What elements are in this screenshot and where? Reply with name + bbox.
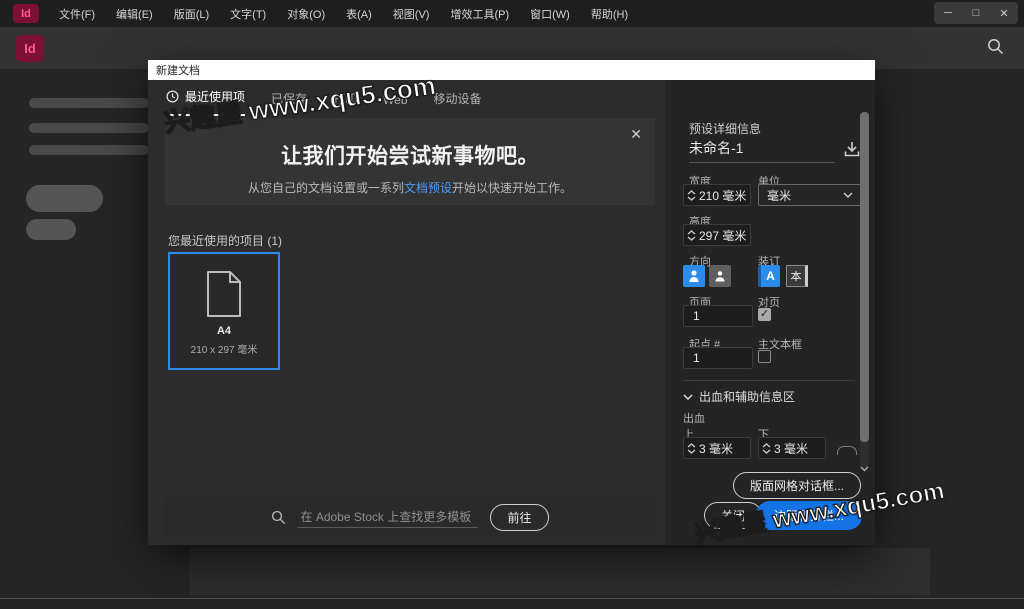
unit-dropdown[interactable]: 毫米: [758, 184, 862, 206]
clock-icon: [166, 90, 179, 103]
binding-right-to-left-icon[interactable]: 本: [786, 265, 808, 287]
skeleton-bar: [29, 123, 149, 133]
bleed-top-value: 3 毫米: [699, 440, 733, 457]
chevron-down-icon: [843, 192, 853, 198]
tab-recent-label: 最近使用项: [185, 88, 245, 105]
tab-web[interactable]: Web: [383, 93, 407, 116]
scroll-down-icon[interactable]: [860, 466, 869, 472]
margins-columns-button[interactable]: 边距和分栏...: [756, 501, 862, 530]
status-bar: [0, 598, 1024, 609]
go-button[interactable]: 前往: [490, 504, 548, 531]
primary-text-frame-checkbox[interactable]: [758, 350, 771, 363]
tab-print-label: 打印: [333, 90, 357, 107]
stepper-arrows-icon[interactable]: [684, 185, 699, 205]
menu-item-help[interactable]: 帮助(H): [591, 6, 628, 22]
maximize-icon[interactable]: □: [970, 7, 982, 19]
menu-item-view[interactable]: 视图(V): [393, 6, 430, 22]
menu-item-layout[interactable]: 版面(L): [174, 6, 209, 22]
tab-mobile[interactable]: 移动设备: [434, 90, 482, 116]
close-button[interactable]: 关闭: [704, 502, 762, 529]
preset-tabs: 最近使用项 已保存 打印 Web 移动设备: [166, 88, 482, 116]
search-icon[interactable]: [987, 38, 1004, 55]
dialog-title: 新建文档: [156, 62, 200, 78]
bleed-bottom-value: 3 毫米: [774, 440, 808, 457]
document-icon: [205, 270, 243, 318]
recent-items-heading: 您最近使用的项目 (1): [168, 232, 282, 249]
document-presets-link[interactable]: 文档预设: [404, 181, 452, 195]
binding-left-to-right-icon[interactable]: A: [758, 265, 780, 287]
banner-subtext: 从您自己的文档设置或一系列文档预设开始以快速开始工作。: [165, 179, 655, 196]
facing-pages-checkbox[interactable]: ✓: [758, 308, 771, 321]
skeleton-bar: [29, 145, 149, 155]
adobe-stock-footer: 前往: [165, 497, 655, 538]
menu-item-window[interactable]: 窗口(W): [530, 6, 570, 22]
binding-ltr-glyph: A: [766, 269, 775, 283]
tab-web-label: Web: [383, 93, 407, 107]
binding-rtl-glyph: 本: [791, 268, 802, 284]
menu-item-object[interactable]: 对象(O): [287, 6, 325, 22]
recent-preset-card-a4[interactable]: A4 210 x 297 毫米: [168, 252, 280, 370]
stepper-arrows-icon[interactable]: [759, 438, 774, 458]
pages-input[interactable]: [683, 305, 753, 327]
skeleton-bar: [29, 98, 149, 108]
banner-headline: 让我们开始尝试新事物吧。: [165, 140, 655, 170]
panel-scrollbar[interactable]: [860, 112, 869, 470]
panel-heading: 预设详细信息: [689, 120, 761, 137]
menu-items: 文件(F) 编辑(E) 版面(L) 文字(T) 对象(O) 表(A) 视图(V)…: [59, 6, 628, 22]
tab-saved-label: 已保存: [271, 90, 307, 107]
width-value: 210 毫米: [699, 187, 746, 204]
chevron-down-icon: [683, 394, 693, 400]
tab-saved[interactable]: 已保存: [271, 90, 307, 116]
menu-bar: Id 文件(F) 编辑(E) 版面(L) 文字(T) 对象(O) 表(A) 视图…: [0, 0, 1024, 27]
new-document-dialog: 新建文档 最近使用项 已保存 打印 Web 移动设备 ✕ 让我们开始尝试新事物吧…: [148, 60, 875, 545]
download-preset-icon[interactable]: [843, 140, 861, 158]
banner-subtext-after: 开始以快速开始工作。: [452, 181, 572, 195]
minimize-icon[interactable]: ─: [942, 7, 954, 19]
dialog-title-bar: 新建文档: [148, 60, 875, 80]
window-controls: ─ □ ✕: [934, 2, 1018, 24]
tab-print[interactable]: 打印: [333, 90, 357, 116]
stepper-arrows-icon[interactable]: [684, 438, 699, 458]
menu-item-file[interactable]: 文件(F): [59, 6, 95, 22]
close-icon[interactable]: ✕: [998, 7, 1010, 20]
tab-recent[interactable]: 最近使用项: [166, 88, 245, 116]
card-preset-size: 210 x 297 毫米: [191, 341, 258, 356]
search-icon: [271, 510, 286, 525]
width-stepper[interactable]: 210 毫米: [683, 184, 751, 206]
menu-item-plugins[interactable]: 增效工具(P): [450, 6, 509, 22]
scrollbar-thumb[interactable]: [860, 112, 869, 442]
indesign-logo-icon: Id: [13, 4, 39, 23]
banner-subtext-before: 从您自己的文档设置或一系列: [248, 181, 404, 195]
bleed-label: 出血: [683, 410, 705, 426]
background-content-panel: [190, 548, 930, 595]
skeleton-pill: [26, 185, 103, 212]
welcome-banner: ✕ 让我们开始尝试新事物吧。 从您自己的文档设置或一系列文档预设开始以快速开始工…: [165, 118, 655, 205]
card-preset-name: A4: [217, 325, 231, 337]
height-stepper[interactable]: 297 毫米: [683, 224, 751, 246]
menu-item-type[interactable]: 文字(T): [230, 6, 266, 22]
stepper-arrows-icon[interactable]: [684, 225, 699, 245]
start-number-input[interactable]: [683, 347, 753, 369]
dialog-left-pane: 最近使用项 已保存 打印 Web 移动设备 ✕ 让我们开始尝试新事物吧。 从您自…: [148, 80, 665, 545]
link-bleed-values-icon[interactable]: [837, 446, 857, 455]
bleed-top-stepper[interactable]: 3 毫米: [683, 437, 751, 459]
layout-grid-dialog-button[interactable]: 版面网格对话框...: [733, 472, 861, 499]
height-value: 297 毫米: [699, 227, 746, 244]
unit-value: 毫米: [767, 187, 791, 204]
orientation-portrait-icon[interactable]: [683, 265, 705, 287]
stock-search-input[interactable]: [298, 508, 478, 528]
menu-item-table[interactable]: 表(A): [346, 6, 372, 22]
bleed-bottom-stepper[interactable]: 3 毫米: [758, 437, 826, 459]
bleed-section-label: 出血和辅助信息区: [699, 388, 795, 405]
document-name-field[interactable]: [689, 140, 835, 163]
bleed-slug-section-header[interactable]: 出血和辅助信息区: [683, 388, 795, 405]
divider: [683, 380, 855, 381]
banner-close-icon[interactable]: ✕: [630, 126, 642, 143]
indesign-logo-icon: Id: [16, 35, 44, 62]
skeleton-pill: [26, 219, 76, 240]
tab-mobile-label: 移动设备: [434, 90, 482, 107]
preset-details-panel: 预设详细信息 宽度 单位 210 毫米 毫米 高度 297 毫: [665, 80, 875, 545]
menu-item-edit[interactable]: 编辑(E): [116, 6, 153, 22]
orientation-landscape-icon[interactable]: [709, 265, 731, 287]
